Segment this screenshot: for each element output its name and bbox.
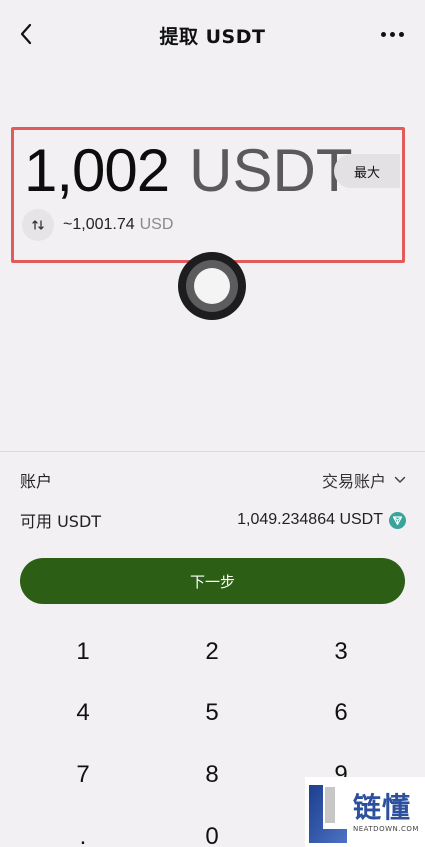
available-label: 可用 USDT	[20, 512, 102, 531]
touch-indicator-core	[194, 268, 230, 304]
key-8[interactable]: 8	[152, 747, 272, 803]
dot	[398, 31, 404, 37]
amount-unit: USDT	[189, 137, 353, 204]
amount-input-area[interactable]: 1,002 USDT 最大 ~1,001.74 USD	[11, 127, 405, 263]
key-1[interactable]: 1	[23, 624, 143, 680]
more-options-button[interactable]	[377, 20, 407, 48]
watermark-text: 链懂 NEATDOWN.COM	[353, 791, 419, 833]
touch-indicator-ring	[186, 260, 238, 312]
key-3[interactable]: 3	[281, 624, 401, 680]
approx-usd-unit: USD	[139, 216, 174, 233]
watermark-logo	[305, 777, 349, 847]
divider	[0, 451, 425, 452]
next-button[interactable]: 下一步	[20, 558, 405, 604]
key-2[interactable]: 2	[152, 624, 272, 680]
watermark-cn: 链懂	[353, 791, 412, 824]
available-value: 1,049.234864 USDT	[237, 511, 383, 528]
available-row: 可用 USDT 1,049.234864 USDT	[20, 505, 406, 535]
dot	[380, 31, 386, 37]
tron-network-icon	[389, 511, 406, 529]
key-5[interactable]: 5	[152, 685, 272, 741]
account-row: 账户 交易账户	[20, 465, 406, 495]
key-4[interactable]: 4	[23, 685, 143, 741]
back-button[interactable]	[12, 20, 40, 48]
account-label: 账户	[20, 472, 53, 491]
touch-indicator	[178, 252, 246, 320]
top-bar: 提取 USDT	[0, 0, 425, 70]
account-selected: 交易账户	[321, 472, 386, 491]
watermark: 链懂 NEATDOWN.COM	[305, 777, 425, 847]
conversion-row: ~1,001.74 USD	[22, 209, 173, 241]
chevron-down-icon	[394, 476, 406, 483]
key-decimal[interactable]: .	[23, 809, 143, 847]
chevron-left-icon	[20, 23, 32, 45]
swap-arrows-icon	[32, 220, 44, 230]
dot	[389, 31, 395, 37]
approx-usd-value: ~1,001.74	[63, 216, 135, 233]
key-6[interactable]: 6	[281, 685, 401, 741]
page-title: 提取 USDT	[159, 25, 266, 48]
account-selector[interactable]: 交易账户	[322, 468, 406, 492]
available-balance: 1,049.234864 USDT	[237, 511, 406, 529]
swap-currency-button[interactable]	[22, 209, 54, 241]
watermark-en: NEATDOWN.COM	[353, 825, 419, 833]
amount-display: 1,002 USDT	[24, 136, 353, 205]
key-7[interactable]: 7	[23, 747, 143, 803]
amount-value: 1,002	[24, 137, 170, 204]
key-0[interactable]: 0	[152, 809, 272, 847]
max-button[interactable]: 最大	[334, 154, 400, 188]
